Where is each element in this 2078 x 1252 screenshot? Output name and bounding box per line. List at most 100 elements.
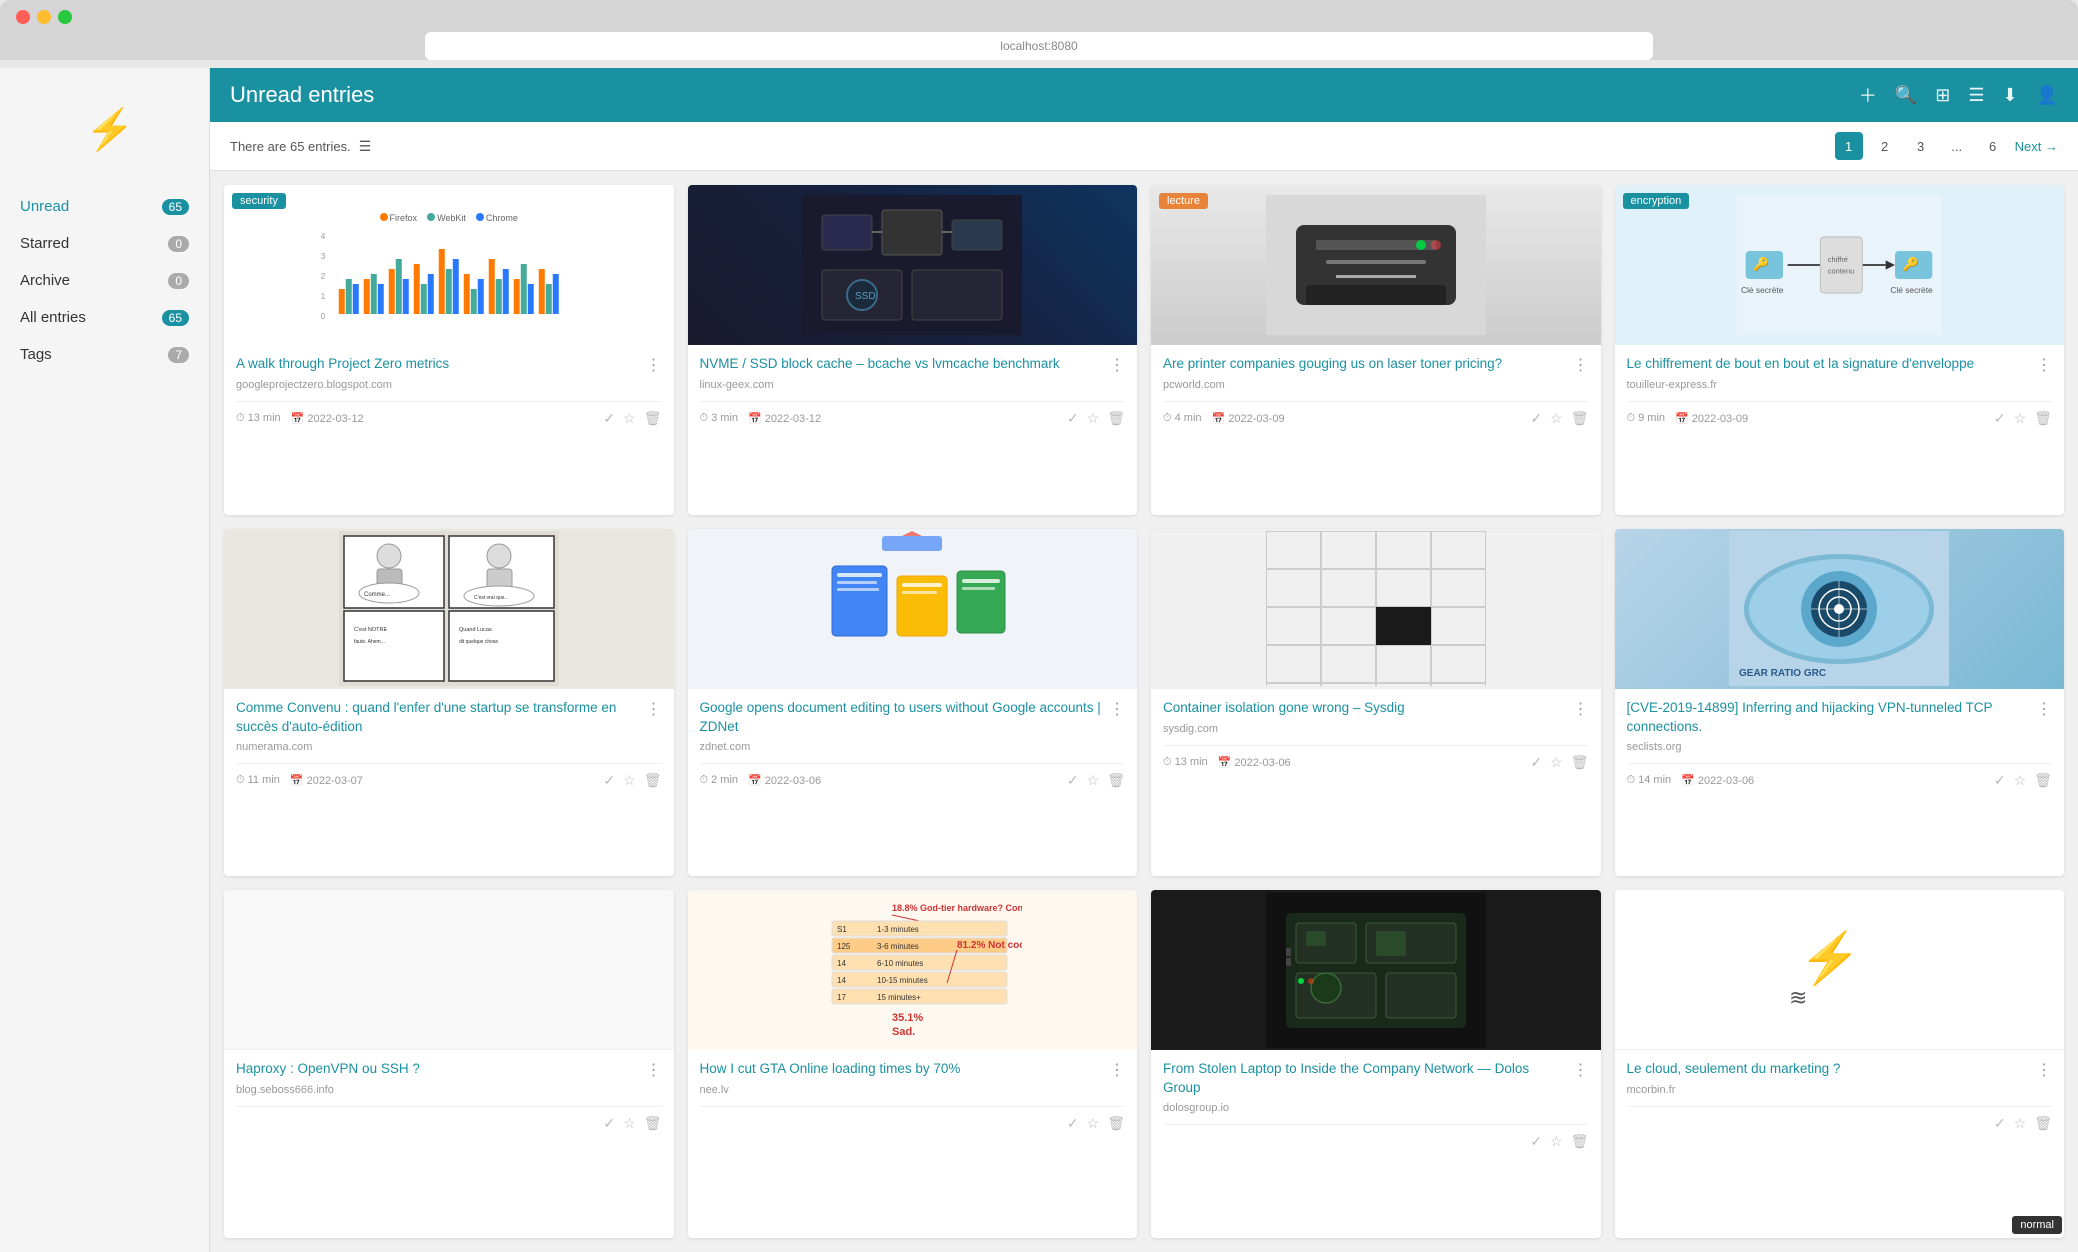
star-icon-5[interactable]: ☆: [623, 772, 636, 789]
url-bar[interactable]: localhost:8080: [425, 32, 1653, 60]
card-menu-8[interactable]: ⋮: [2036, 699, 2052, 719]
entry-card-12: ⚡ ≋ Le cloud, seulement du marketing ? ⋮…: [1615, 890, 2065, 1238]
page-6-button[interactable]: 6: [1979, 132, 2007, 160]
delete-icon-10[interactable]: 🗑: [1107, 1115, 1125, 1132]
star-icon-3[interactable]: ☆: [1550, 410, 1563, 427]
filter-icon[interactable]: ☰: [1968, 85, 1984, 106]
search-icon[interactable]: 🔍: [1895, 85, 1917, 106]
star-icon-8[interactable]: ☆: [2014, 772, 2027, 789]
check-icon-6[interactable]: ✓: [1067, 772, 1079, 789]
star-icon-6[interactable]: ☆: [1087, 772, 1100, 789]
card-title-9[interactable]: Haproxy : OpenVPN ou SSH ?: [236, 1060, 638, 1079]
check-icon-5[interactable]: ✓: [603, 772, 615, 789]
card-menu-1[interactable]: ⋮: [646, 355, 662, 375]
isolation-svg: [1266, 531, 1486, 686]
card-tag-1: security: [232, 193, 286, 209]
card-menu-11[interactable]: ⋮: [1573, 1060, 1589, 1080]
delete-icon-7[interactable]: 🗑: [1571, 754, 1589, 771]
check-icon-4[interactable]: ✓: [1994, 410, 2006, 427]
sidebar-item-unread[interactable]: Unread 65: [0, 188, 209, 225]
card-title-4[interactable]: Le chiffrement de bout en bout et la sig…: [1627, 355, 2029, 374]
card-menu-7[interactable]: ⋮: [1573, 699, 1589, 719]
card-menu-6[interactable]: ⋮: [1109, 699, 1125, 719]
delete-icon-1[interactable]: 🗑: [644, 410, 662, 427]
page-3-button[interactable]: 3: [1907, 132, 1935, 160]
card-image-2: SSD: [688, 185, 1138, 345]
svg-text:35.1%: 35.1%: [892, 1012, 923, 1024]
delete-icon-11[interactable]: 🗑: [1571, 1133, 1589, 1150]
traffic-light-fullscreen[interactable]: [58, 10, 72, 24]
card-title-10[interactable]: How I cut GTA Online loading times by 70…: [700, 1060, 1102, 1079]
check-icon-12[interactable]: ✓: [1994, 1115, 2006, 1132]
entry-card-2: SSD NVME / SSD block cache – bcache vs l…: [688, 185, 1138, 515]
star-icon-12[interactable]: ☆: [2014, 1115, 2027, 1132]
page-2-button[interactable]: 2: [1871, 132, 1899, 160]
sidebar-starred-label: Starred: [20, 235, 69, 252]
traffic-light-minimize[interactable]: [37, 10, 51, 24]
star-icon-10[interactable]: ☆: [1087, 1115, 1100, 1132]
delete-icon-8[interactable]: 🗑: [2034, 772, 2052, 789]
delete-icon-5[interactable]: 🗑: [644, 772, 662, 789]
card-menu-12[interactable]: ⋮: [2036, 1060, 2052, 1080]
card-title-12[interactable]: Le cloud, seulement du marketing ?: [1627, 1060, 2029, 1079]
star-icon-11[interactable]: ☆: [1550, 1133, 1563, 1150]
star-icon-1[interactable]: ☆: [623, 410, 636, 427]
traffic-light-close[interactable]: [16, 10, 30, 24]
star-icon-7[interactable]: ☆: [1550, 754, 1563, 771]
list-icon[interactable]: ☰: [359, 138, 372, 155]
user-icon[interactable]: 👤: [2036, 85, 2058, 106]
sidebar-item-starred[interactable]: Starred 0: [0, 225, 209, 262]
card-title-2[interactable]: NVME / SSD block cache – bcache vs lvmca…: [700, 355, 1102, 374]
sidebar-item-all-entries[interactable]: All entries 65: [0, 299, 209, 336]
card-menu-2[interactable]: ⋮: [1109, 355, 1125, 375]
card-title-5[interactable]: Comme Convenu : quand l'enfer d'une star…: [236, 699, 638, 737]
card-title-1[interactable]: A walk through Project Zero metrics: [236, 355, 638, 374]
check-icon-1[interactable]: ✓: [603, 410, 615, 427]
sidebar-item-archive[interactable]: Archive 0: [0, 262, 209, 299]
check-icon-10[interactable]: ✓: [1067, 1115, 1079, 1132]
delete-icon-3[interactable]: 🗑: [1571, 410, 1589, 427]
card-tag-4: encryption: [1623, 193, 1690, 209]
card-title-11[interactable]: From Stolen Laptop to Inside the Company…: [1163, 1060, 1565, 1098]
star-icon-4[interactable]: ☆: [2014, 410, 2027, 427]
card-title-7[interactable]: Container isolation gone wrong – Sysdig: [1163, 699, 1565, 718]
card-source-8: seclists.org: [1627, 741, 2053, 753]
star-icon-2[interactable]: ☆: [1087, 410, 1100, 427]
check-icon-9[interactable]: ✓: [603, 1115, 615, 1132]
card-title-6[interactable]: Google opens document editing to users w…: [700, 699, 1102, 737]
delete-icon-9[interactable]: 🗑: [644, 1115, 662, 1132]
delete-icon-12[interactable]: 🗑: [2034, 1115, 2052, 1132]
card-body-2: NVME / SSD block cache – bcache vs lvmca…: [688, 345, 1138, 515]
sidebar-nav: Unread 65 Starred 0 Archive 0 All entrie…: [0, 188, 209, 373]
card-menu-3[interactable]: ⋮: [1573, 355, 1589, 375]
delete-icon-2[interactable]: 🗑: [1107, 410, 1125, 427]
card-title-8[interactable]: [CVE-2019-14899] Inferring and hijacking…: [1627, 699, 2029, 737]
grid-view-icon[interactable]: ⊞: [1935, 85, 1950, 106]
card-actions-2: ✓ ☆ 🗑: [1067, 410, 1125, 427]
add-icon[interactable]: ＋: [1859, 82, 1877, 108]
card-image-3: lecture: [1151, 185, 1601, 345]
next-button[interactable]: Next →: [2015, 139, 2058, 154]
card-menu-10[interactable]: ⋮: [1109, 1060, 1125, 1080]
card-image-1: security Firefox WebKit Chrome 4 3 2: [224, 185, 674, 345]
delete-icon-6[interactable]: 🗑: [1107, 772, 1125, 789]
card-menu-4[interactable]: ⋮: [2036, 355, 2052, 375]
check-icon-11[interactable]: ✓: [1530, 1133, 1542, 1150]
star-icon-9[interactable]: ☆: [623, 1115, 636, 1132]
card-actions-1: ✓ ☆ 🗑: [603, 410, 661, 427]
check-icon-3[interactable]: ✓: [1530, 410, 1542, 427]
check-icon-7[interactable]: ✓: [1530, 754, 1542, 771]
card-menu-9[interactable]: ⋮: [646, 1060, 662, 1080]
check-icon-8[interactable]: ✓: [1994, 772, 2006, 789]
delete-icon-4[interactable]: 🗑: [2034, 410, 2052, 427]
svg-text:17: 17: [837, 993, 846, 1002]
card-image-4: encryption 🔑 Clé secrète 🔑 Clé se: [1615, 185, 2065, 345]
download-icon[interactable]: ⬇: [2002, 85, 2017, 106]
card-title-3[interactable]: Are printer companies gouging us on lase…: [1163, 355, 1565, 374]
check-icon-2[interactable]: ✓: [1067, 410, 1079, 427]
main-content: Unread entries ＋ 🔍 ⊞ ☰ ⬇ 👤 There are 65 …: [210, 68, 2078, 1252]
page-1-button[interactable]: 1: [1835, 132, 1863, 160]
card-actions-7: ✓ ☆ 🗑: [1530, 754, 1588, 771]
sidebar-item-tags[interactable]: Tags 7: [0, 336, 209, 373]
card-menu-5[interactable]: ⋮: [646, 699, 662, 719]
